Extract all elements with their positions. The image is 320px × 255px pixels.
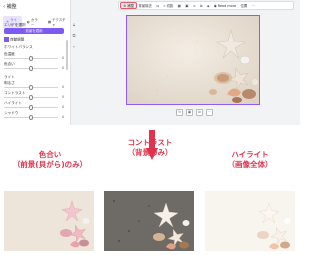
seashell-photo — [127, 16, 259, 104]
toolbar-flip-button[interactable]: ⇋ — [154, 4, 161, 8]
canvas-controls: ↻ ▣ ⧉ ⋯ — [176, 109, 213, 116]
brightness-slider[interactable] — [4, 85, 58, 90]
highlight-slider[interactable] — [4, 105, 58, 110]
thumb-tint-result — [4, 191, 94, 251]
slider-label-shadow: シャドウ — [4, 111, 19, 115]
toolbar-crop-button[interactable]: ⌗ 切抜 — [161, 3, 175, 9]
checkbox-icon — [4, 37, 9, 42]
slider-value: 0 — [62, 56, 65, 60]
add-icon[interactable]: + — [72, 44, 76, 49]
copy-icon[interactable]: ⧉ — [196, 109, 203, 116]
slider-label-tint: 色合い — [4, 62, 15, 66]
link-icon: ∞ — [192, 3, 196, 8]
slider-value: 0 — [62, 95, 65, 99]
tab-texture[interactable]: ▦ テクスチャ — [45, 16, 70, 28]
lock-icon[interactable]: ▣ — [186, 109, 193, 116]
slider-value: 0 — [62, 115, 65, 119]
slider-value: 0 — [62, 66, 65, 70]
white-balance-title: ホワイトバランス — [4, 45, 33, 49]
flip-icon: ⇋ — [156, 3, 160, 8]
lock-icon: ▣ — [185, 3, 189, 8]
slider-knob[interactable] — [29, 95, 34, 100]
toolbar-more-button[interactable]: ⋯ — [250, 4, 258, 8]
canvas-side-tools: 🔒︎ ⧉ + — [72, 22, 76, 55]
adjust-icon: ⚙ — [123, 3, 127, 8]
copy-icon: ⧉ — [200, 3, 203, 8]
contrast-slider[interactable] — [4, 95, 58, 100]
toolbar-link-button[interactable]: ∞ — [191, 4, 198, 8]
rotate-icon[interactable]: ↻ — [176, 109, 183, 116]
select-area-label: エリアを選択 — [4, 23, 26, 27]
tab-color[interactable]: ◐ カラー — [24, 16, 43, 28]
label-contrast: コントラスト （背景のみ） — [127, 138, 173, 157]
toolbar-readmore-button[interactable]: ◉ Read more — [212, 4, 239, 8]
toolbar-copy-button[interactable]: ⧉ — [198, 4, 205, 8]
slider-knob[interactable] — [29, 85, 34, 90]
toolbar-grid-button[interactable]: ▦ — [175, 4, 183, 8]
image-canvas[interactable] — [126, 15, 260, 105]
shadow-slider[interactable] — [4, 115, 58, 120]
auto-adjust-label[interactable]: 自動調整 — [4, 37, 24, 42]
toolbar-lock-button[interactable]: ▣ — [183, 4, 191, 8]
crop-icon: ⌗ — [163, 3, 166, 8]
label-tint: 色合い （前景(貝がら)のみ） — [12, 150, 88, 169]
lock-icon[interactable]: 🔒︎ — [72, 22, 76, 27]
slider-knob[interactable] — [29, 105, 34, 110]
toolbar-adjust-button[interactable]: ⚙ 補整 — [119, 2, 138, 9]
light-title: ライト — [4, 75, 15, 79]
eye-icon: ◉ — [213, 3, 217, 8]
image-toolbar: ⚙ 補整 背景除去 ⇋ ⌗ 切抜 ▦ ▣ ∞ ⧉ ◈ ◉ Read more 位置 ⋯ — [118, 1, 294, 10]
editor-app: ‹ 補整 ☀ ライト ◐ カラー ▦ テクスチャ エリアを選択 前景を適用 自動… — [0, 0, 300, 125]
toolbar-paint-button[interactable]: ◈ — [205, 4, 212, 8]
temperature-slider[interactable] — [4, 56, 58, 61]
copy-icon[interactable]: ⧉ — [72, 33, 76, 38]
slider-knob[interactable] — [29, 66, 34, 71]
slider-label-contrast: コントラスト — [4, 91, 26, 95]
slider-label-brightness: 明るさ — [4, 81, 15, 85]
apply-foreground-button[interactable]: 前景を適用 — [4, 28, 64, 34]
adjust-panel: ‹ 補整 ☀ ライト ◐ カラー ▦ テクスチャ エリアを選択 前景を適用 自動… — [0, 0, 71, 125]
more-icon: ⋯ — [251, 3, 256, 8]
tint-slider[interactable] — [4, 66, 58, 71]
slider-value: 0 — [62, 85, 65, 89]
slider-label-temperature: 色温度 — [4, 52, 15, 56]
slider-knob[interactable] — [29, 56, 34, 61]
panel-scrollbar[interactable] — [66, 40, 68, 70]
thumb-highlight-result — [205, 191, 295, 251]
label-highlight: ハイライト （画像全体） — [227, 150, 273, 169]
slider-label-highlight: ハイライト — [4, 101, 22, 105]
slider-value: 0 — [62, 105, 65, 109]
grid-icon: ▦ — [177, 3, 181, 8]
toolbar-position-button[interactable]: 位置 — [238, 3, 249, 8]
thumb-contrast-result — [104, 191, 194, 251]
more-icon[interactable]: ⋯ — [206, 109, 213, 116]
paint-icon: ◈ — [206, 3, 210, 8]
back-button[interactable]: ‹ 補整 — [3, 3, 17, 10]
slider-knob[interactable] — [29, 115, 34, 120]
toolbar-bg-remove-button[interactable]: 背景除去 — [136, 3, 154, 8]
